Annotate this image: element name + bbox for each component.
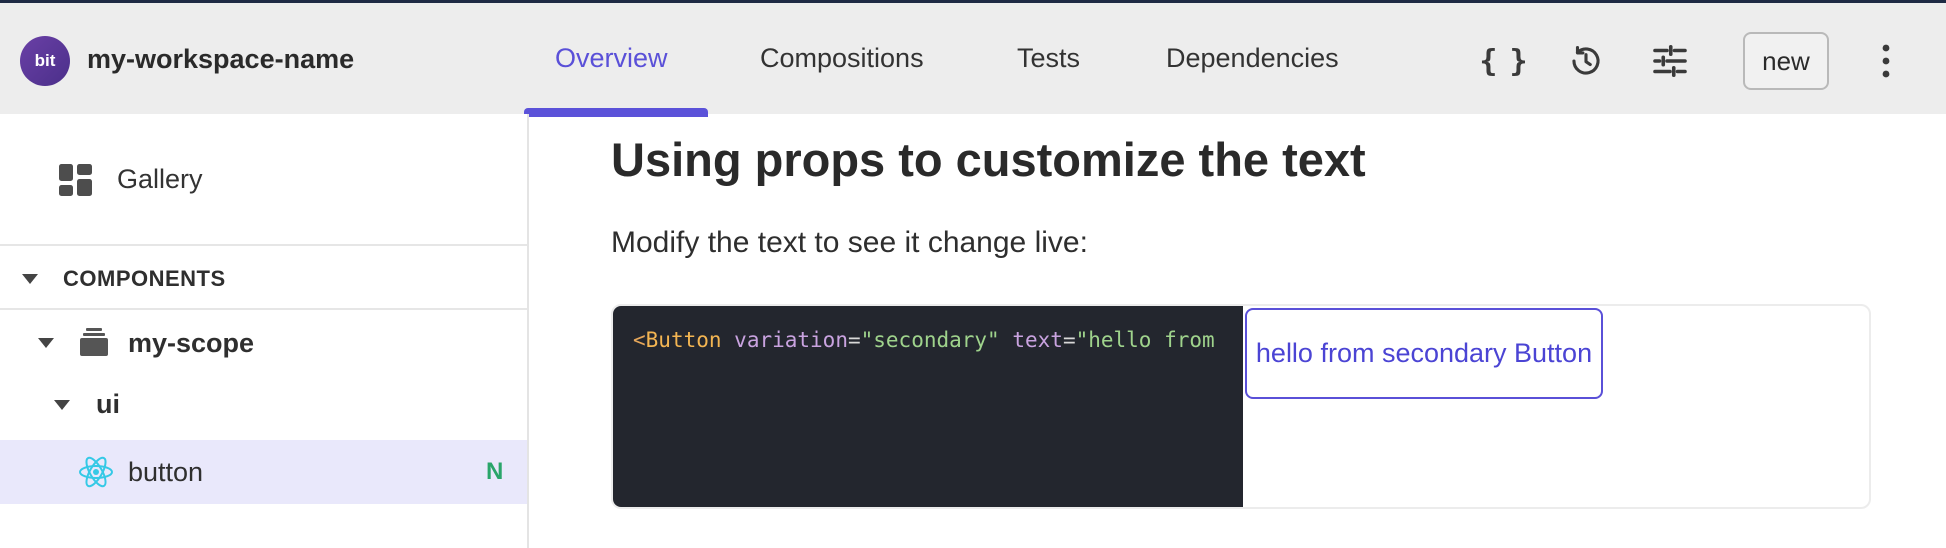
bit-logo[interactable]: bit bbox=[20, 36, 70, 86]
new-status-badge: N bbox=[486, 458, 504, 485]
code-attr-text: text bbox=[1012, 328, 1063, 352]
scope-stack-icon bbox=[79, 327, 109, 362]
tab-tests[interactable]: Tests bbox=[1017, 43, 1080, 74]
tab-compositions[interactable]: Compositions bbox=[760, 43, 924, 74]
tree-item-scope[interactable]: my-scope bbox=[0, 312, 527, 374]
gallery-label: Gallery bbox=[117, 164, 203, 194]
live-playground: <Button variation="secondary" text="hell… bbox=[611, 304, 1871, 509]
tree-item-component[interactable]: button N bbox=[0, 440, 527, 504]
sidebar: Gallery COMPONENTS my-scope ui button N bbox=[0, 114, 529, 548]
namespace-label: ui bbox=[96, 389, 120, 419]
preview-secondary-button[interactable]: hello from secondary Button bbox=[1245, 308, 1603, 399]
section-description: Modify the text to see it change live: bbox=[611, 226, 1088, 259]
sidebar-item-gallery[interactable]: Gallery bbox=[0, 114, 527, 246]
top-bar: bit my-workspace-name Overview Compositi… bbox=[0, 0, 1946, 117]
component-label: button bbox=[128, 457, 204, 487]
gallery-icon bbox=[58, 163, 94, 202]
code-equals: = bbox=[1062, 328, 1076, 352]
tab-overview[interactable]: Overview bbox=[555, 43, 668, 74]
tree-item-namespace[interactable]: ui bbox=[0, 374, 527, 436]
history-icon[interactable] bbox=[1562, 37, 1610, 85]
new-button[interactable]: new bbox=[1743, 32, 1829, 90]
code-value-text: "hello from bbox=[1075, 328, 1215, 352]
code-attr-variation: variation bbox=[734, 328, 848, 352]
caret-down-icon[interactable] bbox=[38, 338, 54, 348]
workspace-name[interactable]: my-workspace-name bbox=[87, 44, 354, 75]
code-editor[interactable]: <Button variation="secondary" text="hell… bbox=[613, 306, 1243, 507]
code-braces-icon[interactable]: { } bbox=[1478, 37, 1527, 85]
code-tag: Button bbox=[645, 328, 722, 352]
main-content: Using props to customize the text Modify… bbox=[531, 114, 1946, 548]
components-label: COMPONENTS bbox=[63, 266, 226, 291]
scope-label: my-scope bbox=[128, 328, 255, 358]
components-section-header[interactable]: COMPONENTS bbox=[0, 246, 527, 310]
caret-down-icon[interactable] bbox=[54, 400, 70, 410]
tab-dependencies[interactable]: Dependencies bbox=[1166, 43, 1339, 74]
code-open-bracket: < bbox=[633, 328, 646, 352]
code-line[interactable]: <Button variation="secondary" text="hell… bbox=[633, 328, 1215, 352]
code-value-variation: "secondary" bbox=[860, 328, 1000, 352]
more-vertical-icon[interactable] bbox=[1862, 37, 1910, 85]
settings-sliders-icon[interactable] bbox=[1646, 37, 1694, 85]
caret-down-icon[interactable] bbox=[22, 274, 38, 284]
section-heading: Using props to customize the text bbox=[611, 133, 1366, 186]
react-icon bbox=[78, 454, 114, 495]
code-equals: = bbox=[847, 328, 861, 352]
